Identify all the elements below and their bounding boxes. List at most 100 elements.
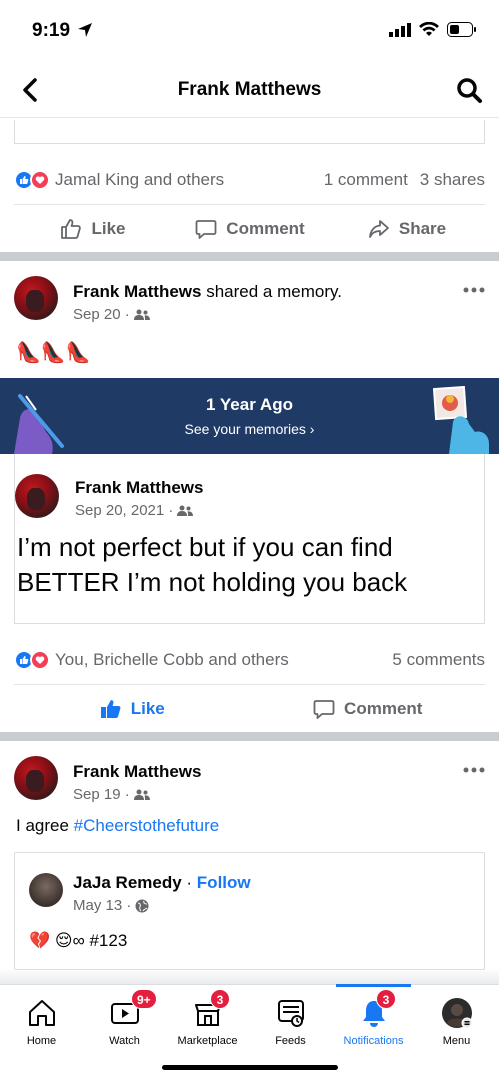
avatar[interactable] bbox=[14, 276, 58, 320]
post3-caption-text: I agree bbox=[16, 816, 74, 835]
memory-author[interactable]: Frank Matthews bbox=[75, 478, 203, 498]
shared-post-meta: May 13 · bbox=[73, 897, 149, 914]
home-icon bbox=[28, 1000, 55, 1026]
shared-post-header: JaJa Remedy · Follow bbox=[73, 873, 251, 893]
tab-label: Watch bbox=[109, 1035, 140, 1047]
post2-header-text: Frank Matthews shared a memory. bbox=[73, 282, 342, 302]
comment-button[interactable]: Comment bbox=[171, 217, 328, 241]
notification-badge: 9+ bbox=[131, 989, 157, 1009]
comment-button[interactable]: Comment bbox=[250, 697, 486, 721]
like-outline-icon bbox=[61, 218, 82, 239]
search-icon[interactable] bbox=[455, 76, 483, 104]
like-label: Like bbox=[91, 218, 126, 238]
like-filled-icon bbox=[100, 699, 121, 718]
more-options-icon[interactable] bbox=[463, 286, 485, 294]
post3-caption: I agree #Cheerstothefuture bbox=[16, 816, 219, 836]
post3-meta: Sep 19 · bbox=[73, 786, 150, 803]
feeds-icon bbox=[277, 1000, 304, 1027]
friends-audience-icon bbox=[133, 309, 150, 320]
reaction-icons bbox=[14, 170, 50, 190]
post1-counts: 1 comment 3 shares bbox=[324, 170, 485, 190]
share-icon bbox=[368, 219, 389, 238]
comment-label: Comment bbox=[226, 218, 305, 238]
comment-icon bbox=[195, 219, 217, 239]
friends-audience-icon bbox=[133, 789, 150, 800]
love-reaction-icon bbox=[30, 170, 50, 190]
reaction-icons bbox=[14, 650, 50, 670]
comment-count[interactable]: 1 comment bbox=[324, 170, 408, 190]
bottom-tab-bar: Home 9+ Watch 3 Marketplace Feeds 3 Noti… bbox=[0, 984, 499, 1080]
tab-label: Feeds bbox=[275, 1035, 306, 1047]
shared-author[interactable]: JaJa Remedy bbox=[73, 873, 182, 892]
post2-author[interactable]: Frank Matthews bbox=[73, 282, 201, 301]
wifi-icon bbox=[419, 22, 439, 36]
previous-post-content bbox=[14, 120, 485, 144]
battery-icon bbox=[447, 22, 476, 37]
see-memories-link[interactable]: See your memories › bbox=[0, 421, 499, 437]
tab-label: Notifications bbox=[343, 1035, 404, 1047]
memory-post-card[interactable]: Frank Matthews Sep 20, 2021 · I’m not pe… bbox=[14, 454, 485, 624]
nav-bar: Frank Matthews bbox=[0, 62, 499, 118]
shared-author-avatar[interactable] bbox=[29, 873, 63, 907]
tab-watch[interactable]: 9+ Watch bbox=[83, 985, 166, 1053]
tab-marketplace[interactable]: 3 Marketplace bbox=[166, 985, 249, 1053]
love-reaction-icon bbox=[30, 650, 50, 670]
follow-button[interactable]: Follow bbox=[197, 873, 251, 892]
home-indicator bbox=[162, 1065, 338, 1070]
memory-meta: Sep 20, 2021 · bbox=[75, 502, 194, 519]
comment-icon bbox=[313, 699, 335, 719]
like-button[interactable]: Like bbox=[14, 217, 171, 241]
status-icons bbox=[389, 22, 477, 37]
like-button[interactable]: Like bbox=[14, 697, 250, 721]
friends-audience-icon bbox=[177, 505, 194, 516]
separator-dot: · bbox=[181, 873, 197, 892]
globe-icon bbox=[135, 899, 149, 912]
tab-label: Marketplace bbox=[177, 1035, 238, 1047]
post2-meta: Sep 20 · bbox=[73, 306, 150, 323]
tab-label: Menu bbox=[442, 1035, 471, 1047]
signal-icon bbox=[389, 22, 411, 37]
shared-post-text: 💔 😌∞ #123 bbox=[29, 931, 128, 950]
menu-avatar-icon bbox=[441, 998, 472, 1029]
memory-banner-title: 1 Year Ago bbox=[206, 395, 293, 414]
post1-reactions-row[interactable]: Jamal King and others 1 comment 3 shares bbox=[14, 166, 485, 194]
status-time: 9:19 bbox=[32, 20, 71, 41]
post2-counts: 5 comments bbox=[392, 650, 485, 670]
tab-bar-shadow bbox=[0, 968, 499, 984]
avatar[interactable] bbox=[14, 756, 58, 800]
notification-badge: 3 bbox=[210, 989, 230, 1009]
tab-feeds[interactable]: Feeds bbox=[249, 985, 332, 1053]
share-label: Share bbox=[398, 218, 447, 238]
memory-date: Sep 20, 2021 · bbox=[75, 502, 174, 519]
memory-post-text: I’m not perfect but if you can find BETT… bbox=[17, 532, 408, 597]
status-bar: 9:19 bbox=[0, 0, 499, 60]
memory-banner[interactable]: 1 Year Ago See your memories › bbox=[0, 378, 499, 454]
reaction-names: You, Brichelle Cobb and others bbox=[55, 650, 289, 669]
post2-action-text: shared a memory. bbox=[201, 282, 342, 301]
tab-home[interactable]: Home bbox=[0, 985, 83, 1053]
tab-label: Home bbox=[26, 1035, 57, 1047]
location-arrow-icon bbox=[78, 23, 92, 37]
reaction-names: Jamal King and others bbox=[55, 170, 225, 189]
post2-reactions-row[interactable]: You, Brichelle Cobb and others 5 comment… bbox=[14, 646, 485, 674]
post3-author[interactable]: Frank Matthews bbox=[73, 762, 201, 782]
shared-post-card[interactable]: JaJa Remedy · Follow May 13 · 💔 😌∞ #123 bbox=[14, 852, 485, 970]
hashtag-link[interactable]: #Cheerstothefuture bbox=[74, 816, 220, 835]
comment-count[interactable]: 5 comments bbox=[392, 650, 485, 670]
post2-date[interactable]: Sep 20 · bbox=[73, 306, 130, 323]
post2-action-row: Like Comment bbox=[14, 684, 485, 732]
memory-avatar[interactable] bbox=[15, 474, 59, 518]
more-options-icon[interactable] bbox=[463, 766, 485, 774]
post2-caption: 👠👠👠 bbox=[16, 342, 91, 364]
tab-notifications[interactable]: 3 Notifications bbox=[332, 984, 415, 1053]
page-title: Frank Matthews bbox=[177, 79, 322, 100]
share-button[interactable]: Share bbox=[328, 217, 485, 241]
tab-menu[interactable]: Menu bbox=[415, 985, 498, 1053]
share-count[interactable]: 3 shares bbox=[420, 170, 485, 190]
memory-photo-illustration-icon bbox=[433, 386, 489, 454]
notification-badge: 3 bbox=[376, 989, 396, 1009]
post3-date[interactable]: Sep 19 · bbox=[73, 786, 130, 803]
feed-separator bbox=[0, 252, 499, 261]
feed-separator bbox=[0, 732, 499, 741]
shared-post-date: May 13 · bbox=[73, 897, 132, 914]
